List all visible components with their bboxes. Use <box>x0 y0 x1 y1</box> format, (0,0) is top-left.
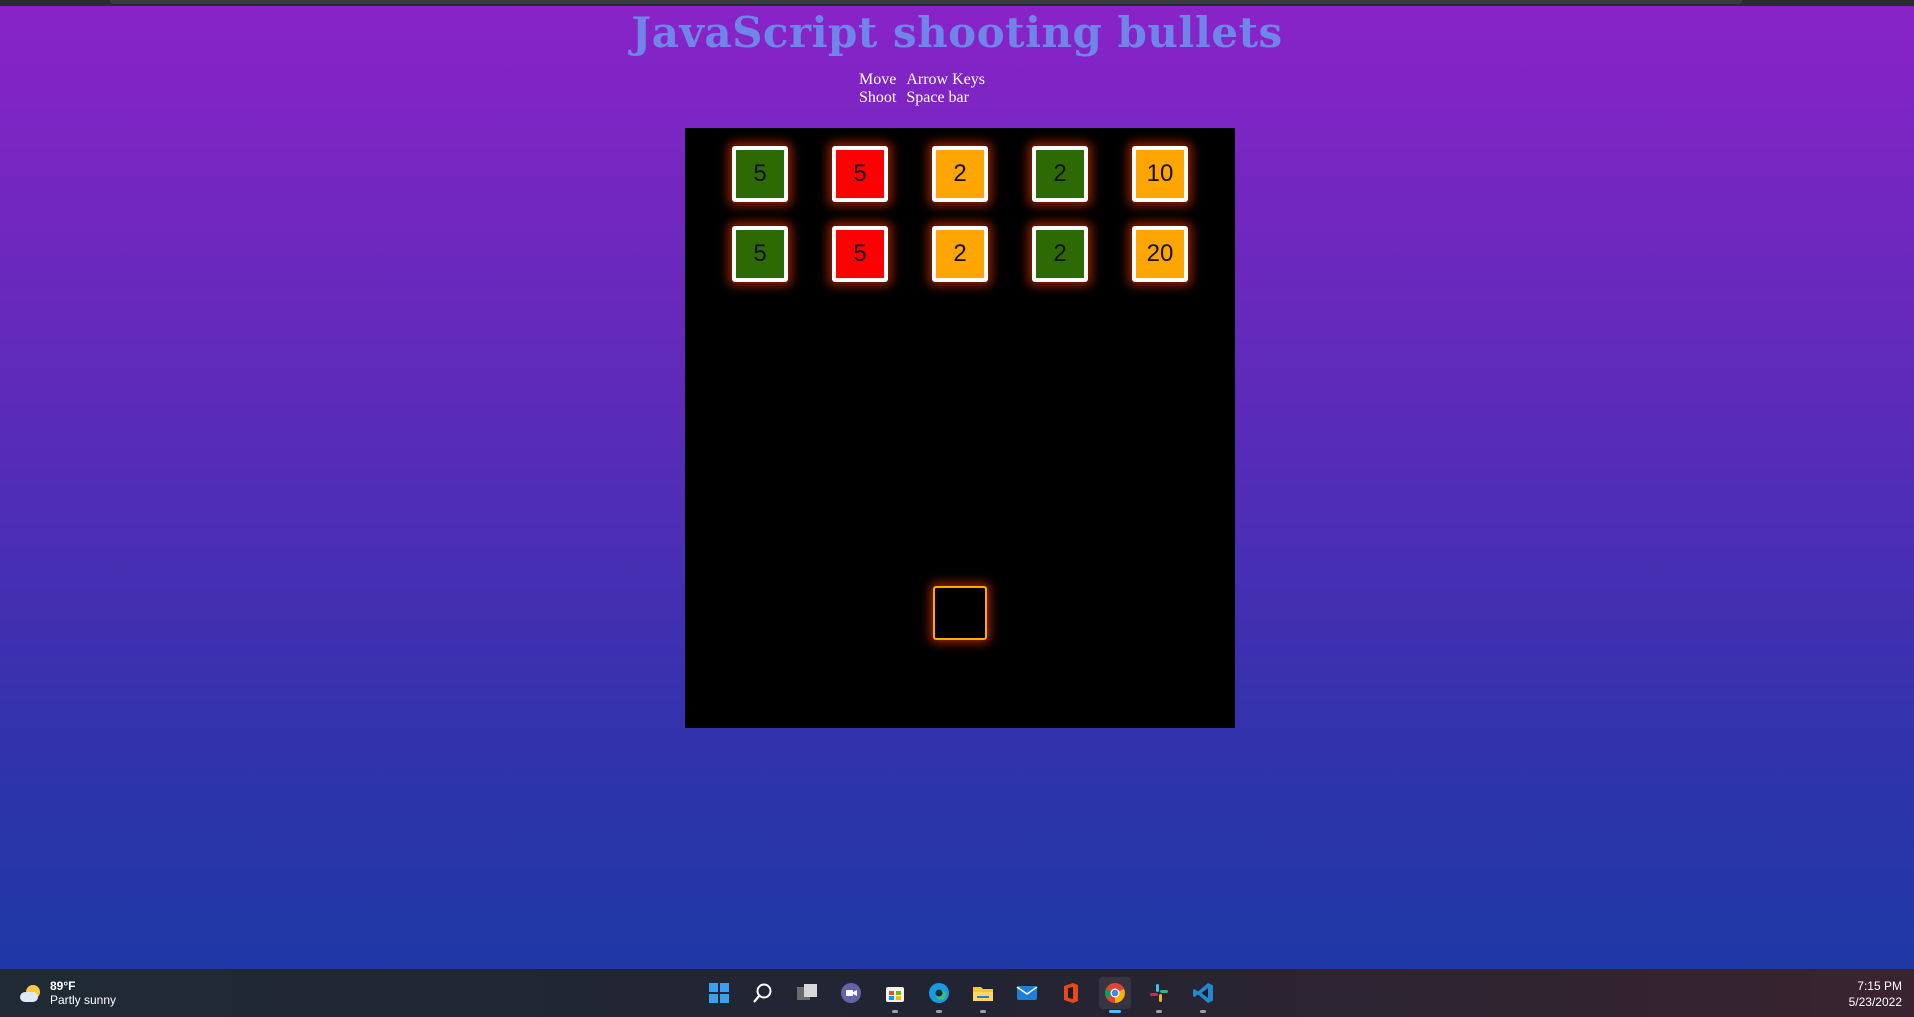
office-icon[interactable] <box>1055 977 1087 1009</box>
brick: 5 <box>732 226 788 282</box>
brick: 2 <box>1032 226 1088 282</box>
weather-temp: 89°F <box>50 979 76 993</box>
control-action: Shoot <box>859 89 897 106</box>
brick: 10 <box>1132 146 1188 202</box>
controls-row-move: Move Arrow Keys <box>855 71 991 89</box>
microsoft-store-icon[interactable] <box>879 977 911 1013</box>
browser-top-bar <box>0 0 1914 6</box>
start-icon[interactable] <box>703 977 735 1009</box>
partly-sunny-icon <box>20 983 42 1005</box>
edge-icon[interactable] <box>923 977 955 1013</box>
browser-top-strip <box>110 0 1742 4</box>
search-icon[interactable] <box>747 977 779 1009</box>
task-view-icon[interactable] <box>791 977 823 1009</box>
slack-icon[interactable] <box>1143 977 1175 1013</box>
weather-condition: Partly sunny <box>50 993 117 1007</box>
clock-date: 5/23/2022 <box>1848 995 1902 1009</box>
brick: 5 <box>832 226 888 282</box>
brick: 5 <box>832 146 888 202</box>
file-explorer-icon[interactable] <box>967 977 999 1013</box>
taskbar-apps <box>703 977 1231 1013</box>
clock-time: 7:15 PM <box>1857 979 1902 993</box>
mail-icon[interactable] <box>1011 977 1043 1009</box>
game-canvas[interactable]: 5 5 2 2 10 5 5 2 2 20 <box>685 128 1235 728</box>
controls-legend: Move Arrow Keys Shoot Space bar <box>855 71 991 107</box>
brick: 5 <box>732 146 788 202</box>
control-action: Move <box>859 71 897 88</box>
weather-widget[interactable]: 89°F Partly sunny <box>20 979 116 1008</box>
controls-row-shoot: Shoot Space bar <box>855 89 991 107</box>
control-key: Space bar <box>906 89 969 106</box>
page-title: JavaScript shooting bullets <box>631 8 1283 57</box>
brick: 2 <box>932 226 988 282</box>
brick: 2 <box>1032 146 1088 202</box>
chrome-icon[interactable] <box>1099 977 1131 1013</box>
player-ship <box>933 586 987 640</box>
control-key: Arrow Keys <box>906 71 985 88</box>
system-clock[interactable]: 7:15 PM 5/23/2022 <box>1849 978 1902 1010</box>
brick: 20 <box>1132 226 1188 282</box>
vscode-icon[interactable] <box>1187 977 1219 1013</box>
teams-chat-icon[interactable] <box>835 977 867 1009</box>
brick: 2 <box>932 146 988 202</box>
taskbar: 89°F Partly sunny 7:15 PM 5/23/2022 <box>0 969 1914 1017</box>
